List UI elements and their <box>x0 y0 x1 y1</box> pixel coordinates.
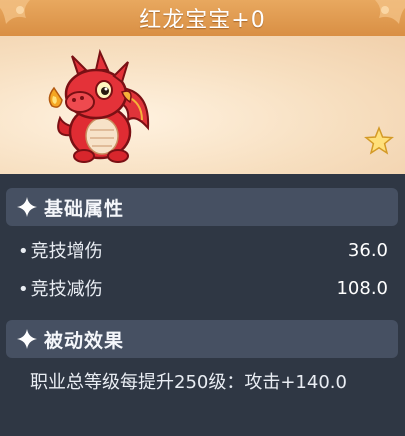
passive-effect-text: 职业总等级每提升250级：攻击+140.0 <box>30 372 347 393</box>
section-title: 被动效果 <box>44 329 125 352</box>
stat-row: 竞技增伤 36.0 <box>18 236 388 264</box>
star-icon <box>364 126 394 155</box>
stat-name: 竞技增伤 <box>18 237 103 263</box>
title-corner-ornament-right <box>375 0 405 24</box>
sparkle-icon <box>17 197 37 217</box>
stat-value: 108.0 <box>336 277 388 299</box>
stat-name: 竞技减伤 <box>18 275 103 301</box>
item-showcase <box>0 36 405 174</box>
title-corner-ornament-left <box>0 0 30 24</box>
sparkle-icon <box>17 329 37 349</box>
title-bar: 红龙宝宝+0 <box>0 0 405 36</box>
stat-row: 竞技减伤 108.0 <box>18 274 388 302</box>
item-title: 红龙宝宝+0 <box>139 8 266 33</box>
item-tooltip-panel: 红龙宝宝+0 基础属性 • 竞技增伤 36.0 • 竞技减伤 108.0 被动效… <box>0 0 405 436</box>
section-title: 基础属性 <box>44 197 125 220</box>
section-header-base-attributes: 基础属性 <box>6 188 398 226</box>
stat-value: 36.0 <box>347 239 388 261</box>
section-header-passive-effect: 被动效果 <box>6 320 398 358</box>
red-dragon-baby-icon <box>48 48 150 163</box>
